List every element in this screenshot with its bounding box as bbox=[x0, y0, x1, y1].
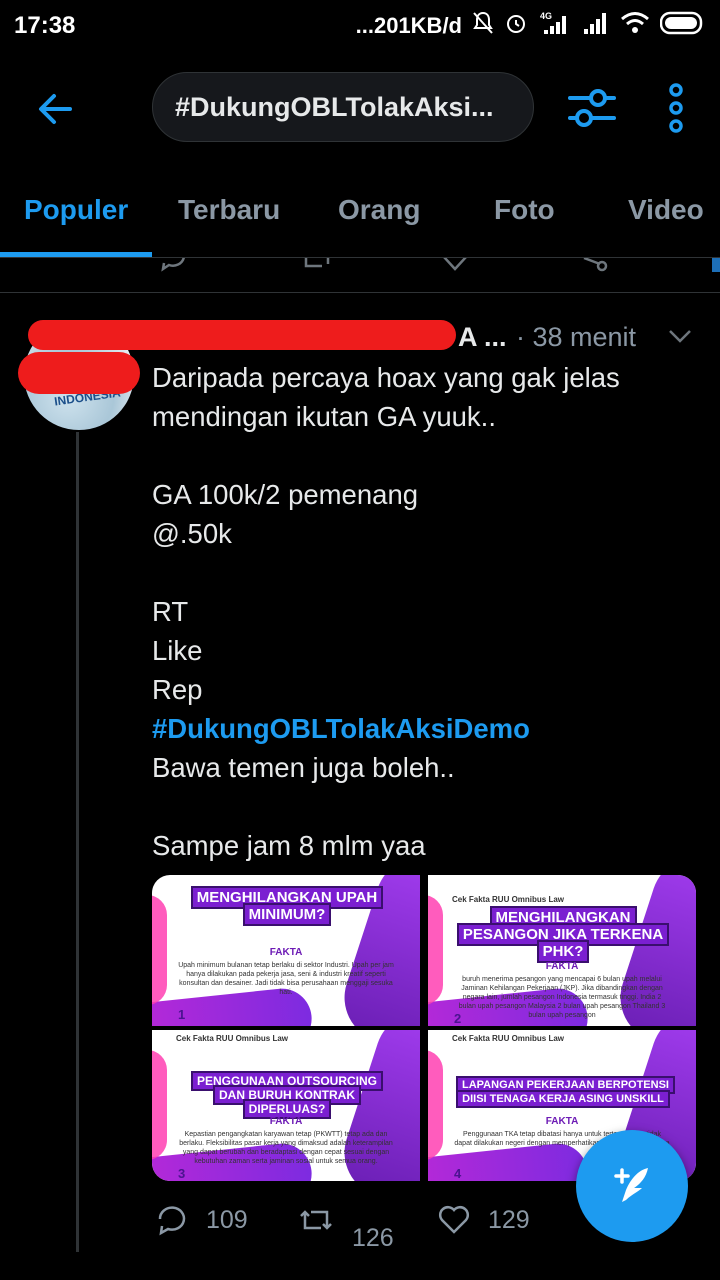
filter-sliders-icon bbox=[568, 89, 616, 127]
tweet-author-name[interactable]: A ... bbox=[458, 322, 507, 353]
network-speed: ...201KB/d bbox=[355, 12, 462, 38]
tweet-line: Bawa temen juga boleh.. bbox=[152, 752, 455, 783]
like-button[interactable]: 129 bbox=[438, 1204, 530, 1236]
tweet-line: Sampe jam 8 mlm yaa bbox=[152, 830, 426, 861]
previous-tweet-actions bbox=[0, 258, 720, 272]
more-vertical-icon bbox=[669, 83, 683, 133]
tweet-line: GA 100k/2 pemenang bbox=[152, 479, 419, 510]
tweet-divider bbox=[0, 292, 720, 293]
search-filter-button[interactable] bbox=[566, 82, 618, 134]
cell-signal-icon bbox=[582, 11, 610, 40]
tweet-image-1[interactable]: MENGHILANGKAN UPAH MINIMUM? FAKTA Upah m… bbox=[152, 875, 420, 1026]
image-fakta-label: FAKTA bbox=[545, 1116, 579, 1127]
tweet-text: Daripada percaya hoax yang gak jelas men… bbox=[152, 358, 692, 865]
tweet-line bbox=[152, 436, 692, 475]
image-body-text: Kepastian pengangkatan karyawan tetap (P… bbox=[179, 1131, 393, 1165]
image-headline: MENGHILANGKAN UPAH MINIMUM? bbox=[180, 886, 394, 926]
hashtag-link[interactable]: #DukungOBLTolakAksiDemo bbox=[152, 709, 692, 748]
reply-icon bbox=[158, 1206, 186, 1236]
tweet-line: Rep bbox=[152, 674, 203, 705]
tweet-line bbox=[152, 787, 692, 826]
tab-video[interactable]: Video bbox=[628, 194, 704, 226]
cell-signal-4g-icon: 4G bbox=[538, 10, 572, 41]
like-icon[interactable] bbox=[440, 258, 470, 272]
reply-count: 109 bbox=[206, 1205, 248, 1234]
wifi-icon bbox=[620, 11, 650, 40]
tweet-menu-button[interactable] bbox=[666, 322, 694, 350]
back-button[interactable] bbox=[30, 84, 80, 134]
search-tabs: Populer Terbaru Orang Foto Video bbox=[0, 180, 720, 258]
image-fakta-label: FAKTA bbox=[269, 1116, 303, 1127]
svg-text:4G: 4G bbox=[540, 11, 552, 21]
image-headline: LAPANGAN PEKERJAAN BERPOTENSI DIISI TENA… bbox=[456, 1076, 675, 1108]
tweet-line: Daripada percaya hoax yang gak jelas bbox=[152, 362, 620, 393]
image-headline: MENGHILANGKAN PESANGON JIKA TERKENA PHK? bbox=[456, 906, 670, 963]
image-headline: PENGGUNAAN OUTSOURCING DAN BURUH KONTRAK… bbox=[180, 1071, 394, 1119]
image-stamp: Cek Fakta RUU Omnibus Law bbox=[452, 1034, 565, 1043]
tweet-line bbox=[152, 553, 692, 592]
image-fakta-label: FAKTA bbox=[269, 947, 303, 958]
tweet-timestamp: · 38 menit bbox=[516, 322, 637, 352]
mute-bell-icon bbox=[472, 11, 494, 40]
reply-icon[interactable] bbox=[158, 258, 188, 272]
search-header: #DukungOBLTolakAksi... bbox=[0, 62, 720, 154]
tab-terbaru[interactable]: Terbaru bbox=[178, 194, 280, 226]
search-input[interactable]: #DukungOBLTolakAksi... bbox=[152, 72, 534, 142]
compose-feather-icon bbox=[614, 1168, 648, 1202]
tweet-line: Like bbox=[152, 635, 203, 666]
retweet-button[interactable]: 126 bbox=[298, 1204, 394, 1252]
image-body-text: Upah minimum bulanan tetap berlaku di se… bbox=[178, 962, 394, 996]
alarm-icon bbox=[504, 11, 528, 40]
image-body-text: buruh menerima pesangon yang mencapai 6 … bbox=[458, 976, 666, 1019]
image-number: 1 bbox=[178, 1007, 186, 1022]
status-indicators: ...201KB/d 4G bbox=[356, 10, 706, 41]
retweet-icon[interactable] bbox=[300, 258, 334, 272]
tweet-image-2[interactable]: Cek Fakta RUU Omnibus Law MENGHILANGKAN … bbox=[428, 875, 696, 1026]
status-time: 17:38 bbox=[14, 12, 76, 39]
image-fakta-label: FAKTA bbox=[545, 961, 579, 972]
heart-icon bbox=[438, 1205, 470, 1234]
redaction-mark-name bbox=[28, 320, 456, 350]
like-count: 129 bbox=[488, 1205, 530, 1234]
tab-populer[interactable]: Populer bbox=[24, 194, 128, 226]
tab-foto[interactable]: Foto bbox=[494, 194, 555, 226]
retweet-icon bbox=[300, 1210, 332, 1230]
chevron-down-icon bbox=[669, 330, 691, 343]
retweet-count: 126 bbox=[352, 1223, 394, 1252]
reply-button[interactable]: 109 bbox=[156, 1204, 248, 1236]
battery-icon bbox=[659, 11, 706, 40]
image-number: 3 bbox=[178, 1166, 186, 1181]
image-number: 2 bbox=[454, 1011, 462, 1026]
compose-tweet-button[interactable] bbox=[576, 1130, 688, 1242]
share-icon[interactable] bbox=[580, 258, 610, 272]
scroll-indicator bbox=[712, 258, 720, 272]
search-query-text: #DukungOBLTolakAksi... bbox=[175, 91, 494, 122]
thread-line bbox=[76, 432, 79, 1252]
image-stamp: Cek Fakta RUU Omnibus Law bbox=[176, 1034, 289, 1043]
redaction-mark-avatar bbox=[18, 352, 140, 394]
tweet-image-3[interactable]: Cek Fakta RUU Omnibus Law PENGGUNAAN OUT… bbox=[152, 1030, 420, 1181]
tweet-line: @.50k bbox=[152, 518, 232, 549]
back-arrow-icon bbox=[39, 94, 72, 124]
status-bar: 17:38 ...201KB/d 4G bbox=[0, 0, 720, 52]
tab-orang[interactable]: Orang bbox=[338, 194, 420, 226]
more-options-button[interactable] bbox=[662, 82, 690, 134]
image-stamp: Cek Fakta RUU Omnibus Law bbox=[452, 895, 565, 904]
tweet-line: RT bbox=[152, 596, 189, 627]
image-number: 4 bbox=[454, 1166, 462, 1181]
tweet-line: mendingan ikutan GA yuuk.. bbox=[152, 401, 496, 432]
